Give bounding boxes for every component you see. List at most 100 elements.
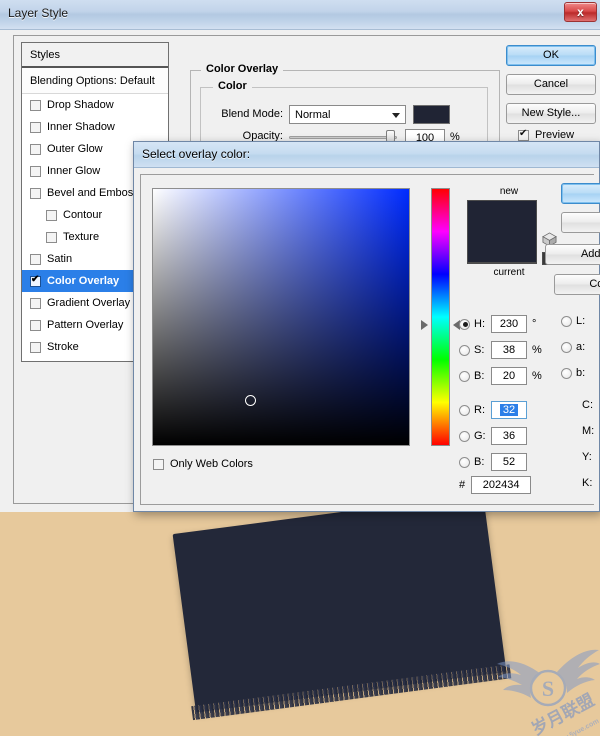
style-item-label: Gradient Overlay (47, 297, 131, 309)
style-item-checkbox[interactable] (30, 99, 41, 111)
field-row-cmyk-k[interactable]: K: (578, 477, 599, 489)
style-item-label: Stroke (47, 341, 79, 353)
input-g[interactable]: 36 (491, 427, 527, 445)
input-value-s: 38 (502, 344, 516, 356)
styles-item-blending-options[interactable]: Blending Options: Default (22, 68, 168, 94)
input-b[interactable]: 52 (491, 453, 527, 471)
style-item-checkbox[interactable] (30, 165, 41, 177)
field-row-h[interactable]: H: 230 ° (459, 315, 536, 333)
input-b[interactable]: 20 (491, 367, 527, 385)
style-item-checkbox[interactable] (30, 253, 41, 265)
blend-mode-select[interactable]: Normal (289, 105, 406, 124)
radio-b[interactable] (459, 370, 470, 382)
picker-ok-button[interactable] (561, 183, 600, 204)
style-item-drop-shadow[interactable]: Drop Shadow (22, 94, 168, 116)
input-r[interactable]: 32 (491, 401, 527, 419)
styles-list-header: Styles (22, 43, 168, 68)
label-b: B: (474, 456, 485, 468)
ok-button[interactable]: OK (506, 45, 596, 66)
input-s[interactable]: 38 (491, 341, 527, 359)
hue-slider-left-arrow[interactable] (421, 320, 428, 330)
overlay-color-swatch[interactable] (413, 105, 450, 124)
style-item-checkbox[interactable] (30, 297, 41, 309)
hex-field-row[interactable]: # 202434 (459, 476, 532, 494)
field-row-cmyk-y[interactable]: Y: (578, 451, 599, 463)
preview-checkbox-row[interactable]: Preview (518, 128, 575, 141)
preview-checkbox[interactable] (518, 128, 529, 141)
field-row-r[interactable]: R: 32 (459, 401, 527, 419)
radio-h[interactable] (459, 318, 470, 330)
close-icon[interactable]: x (564, 2, 597, 22)
style-item-label: Inner Shadow (47, 121, 115, 133)
label-lab-b: b: (576, 367, 586, 379)
style-item-label: Drop Shadow (47, 99, 114, 111)
color-subgroup: Color Blend Mode: Normal Opacity: 100 % (200, 80, 488, 147)
field-row-b[interactable]: B: 52 (459, 453, 527, 471)
style-item-checkbox[interactable] (30, 274, 41, 287)
style-item-checkbox[interactable] (30, 143, 41, 155)
field-row-lab-l[interactable]: L: (561, 315, 593, 327)
label-cmyk-c: C: (582, 399, 593, 411)
label-b: B: (474, 370, 485, 382)
style-item-checkbox[interactable] (30, 341, 41, 353)
color-libraries-button[interactable]: Color (554, 274, 600, 295)
unit-h: ° (532, 318, 537, 330)
hex-prefix-label: # (459, 479, 466, 491)
picker-cancel-button[interactable]: C (561, 212, 600, 233)
radio-lab-a[interactable] (561, 341, 572, 353)
style-item-label: Contour (63, 209, 103, 221)
field-row-cmyk-m[interactable]: M: (578, 425, 599, 437)
field-row-g[interactable]: G: 36 (459, 427, 527, 445)
style-item-checkbox[interactable] (46, 231, 57, 243)
input-h[interactable]: 230 (491, 315, 527, 333)
field-row-lab-a[interactable]: a: (561, 341, 593, 353)
field-row-b[interactable]: B: 20% (459, 367, 542, 385)
style-item-checkbox[interactable] (46, 209, 57, 221)
chevron-down-icon (392, 113, 400, 118)
current-color-label: current (493, 267, 525, 278)
unit-b: % (532, 370, 542, 382)
style-item-checkbox[interactable] (30, 187, 41, 199)
saturation-brightness-field[interactable] (152, 188, 410, 446)
field-row-lab-b[interactable]: b: (561, 367, 593, 379)
style-item-checkbox[interactable] (30, 121, 41, 133)
label-h: H: (474, 318, 485, 330)
current-color-swatch[interactable] (467, 263, 537, 264)
add-to-swatches-button[interactable]: Add To (545, 244, 600, 265)
input-value-r: 32 (499, 404, 519, 416)
style-item-label: Outer Glow (47, 143, 103, 155)
style-item-checkbox[interactable] (30, 319, 41, 331)
color-picker-title[interactable]: Select overlay color: (134, 142, 599, 168)
preview-label: Preview (535, 129, 575, 141)
opacity-slider-track[interactable] (289, 136, 397, 139)
radio-lab-l[interactable] (561, 315, 572, 327)
field-row-cmyk-c[interactable]: C: (578, 399, 599, 411)
radio-b[interactable] (459, 456, 470, 468)
input-value-h: 230 (499, 318, 519, 330)
cancel-button[interactable]: Cancel (506, 74, 596, 95)
sb-selection-marker[interactable] (245, 395, 256, 406)
new-style-button[interactable]: New Style... (506, 103, 596, 124)
style-item-inner-shadow[interactable]: Inner Shadow (22, 116, 168, 138)
only-web-colors-checkbox[interactable] (153, 458, 164, 470)
color-overlay-group-title: Color Overlay (201, 63, 284, 75)
radio-r[interactable] (459, 404, 470, 416)
sb-black-gradient (153, 189, 409, 445)
label-cmyk-k: K: (582, 477, 593, 489)
layer-style-titlebar[interactable]: Layer Style x (0, 0, 600, 29)
radio-s[interactable] (459, 344, 470, 356)
radio-lab-b[interactable] (561, 367, 572, 379)
radio-g[interactable] (459, 430, 470, 442)
style-item-label: Satin (47, 253, 73, 265)
hue-slider[interactable] (431, 188, 450, 446)
only-web-colors-row[interactable]: Only Web Colors (153, 458, 253, 470)
label-lab-l: L: (576, 315, 586, 327)
label-cmyk-m: M: (582, 425, 595, 437)
layer-style-title: Layer Style (8, 6, 69, 20)
input-value-g: 36 (502, 430, 516, 442)
color-picker-dialog: Select overlay color: new current Only W… (133, 141, 600, 512)
new-color-label: new (499, 186, 519, 197)
style-item-label: Inner Glow (47, 165, 101, 177)
field-row-s[interactable]: S: 38% (459, 341, 542, 359)
hex-input[interactable]: 202434 (471, 476, 532, 494)
